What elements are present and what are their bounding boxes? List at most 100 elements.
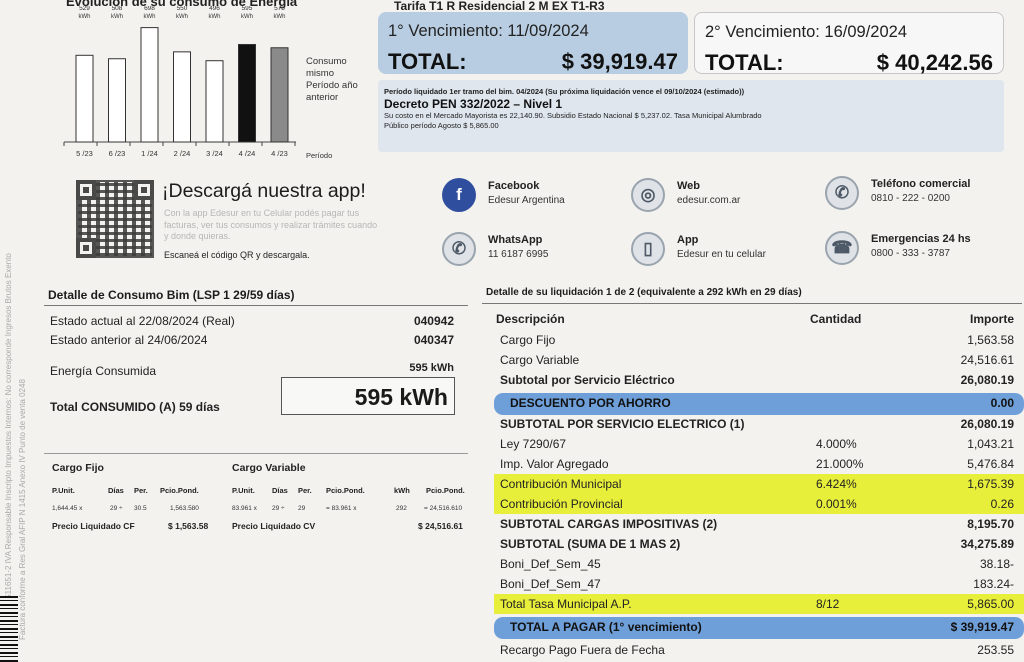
- chart-category-label: 6 /23: [109, 149, 126, 158]
- app-scan-instruction: Escaneá el código QR y descargala.: [164, 250, 310, 260]
- fixed-charge-heading: Cargo Fijo: [52, 462, 104, 474]
- chart-side-label: Consumo mismo Período año anterior: [306, 56, 358, 103]
- variable-col-header: P.Unit.: [232, 486, 255, 495]
- chart-unit-label: kWh: [111, 14, 123, 20]
- first-due-box: 1° Vencimiento: 11/09/2024 TOTAL: $ 39,9…: [378, 12, 688, 74]
- variable-col-value: 292: [396, 505, 407, 512]
- liquidation-heading: Detalle de su liquidación 1 de 2 (equiva…: [486, 287, 802, 298]
- contact-value: 0800 - 333 - 3787: [871, 248, 950, 259]
- variable-col-value: 29: [298, 505, 306, 512]
- contact-title: Teléfono comercial: [871, 178, 971, 190]
- chart-value-label: 698: [144, 6, 155, 12]
- liquidation-row: SUBTOTAL (SUMA DE 1 MAS 2) 34,275.89: [494, 534, 1024, 554]
- variable-col-header: Per.: [298, 486, 312, 495]
- divider: [482, 303, 1022, 304]
- row-description: Total Tasa Municipal A.P.: [500, 597, 632, 611]
- chart-category-label: 1 /24: [141, 149, 158, 158]
- contact-title: WhatsApp: [488, 234, 543, 246]
- facebook-icon: f: [442, 178, 476, 212]
- liquidation-row: Imp. Valor Agregado 21.000% 5,476.84: [494, 454, 1024, 474]
- liquidation-row: SUBTOTAL CARGAS IMPOSITIVAS (2) 8,195.70: [494, 514, 1024, 532]
- liquidation-row: Boni_Def_Sem_45 38.18-: [494, 554, 1024, 574]
- row-description: SUBTOTAL CARGAS IMPOSITIVAS (2): [500, 517, 718, 531]
- total-consumed-value: 595 kWh: [354, 384, 448, 410]
- row-amount: 1,563.58: [967, 333, 1014, 347]
- whatsapp-icon: ✆: [442, 232, 476, 266]
- liquidation-row: Subtotal por Servicio Eléctrico 26,080.19: [494, 370, 1024, 390]
- total-consumed-label: Total CONSUMIDO (A) 59 días: [50, 400, 220, 414]
- row-description: Contribución Provincial: [500, 497, 623, 511]
- fixed-col-value: 1,644.45 x: [52, 505, 83, 512]
- fixed-col-value: 30.5: [134, 505, 147, 512]
- fixed-col-value: 1,563.580: [170, 505, 199, 512]
- liquidation-row: Ley 7290/67 4.000% 1,043.21: [494, 434, 1024, 454]
- app-promo-description: Con la app Edesur en tu Celular podés pa…: [164, 208, 378, 241]
- chart-unit-label: kWh: [176, 14, 188, 20]
- row-amount: 0.00: [990, 396, 1014, 410]
- row-amount: 5,476.84: [967, 457, 1014, 471]
- chart-category-label: 2 /24: [174, 149, 191, 158]
- row-description: SUBTOTAL (SUMA DE 1 MAS 2): [500, 537, 681, 551]
- chart-unit-label: kWh: [274, 14, 286, 20]
- liquidation-row: Cargo Fijo 1,563.58: [494, 330, 1024, 350]
- chart-category-label: 4 /23: [271, 149, 288, 158]
- contact-title: Emergencias 24 hs: [871, 233, 971, 245]
- row-description: Subtotal por Servicio Eléctrico: [500, 373, 675, 387]
- row-description: DESCUENTO POR AHORRO: [510, 396, 671, 410]
- row-description: Imp. Valor Agregado: [500, 457, 609, 471]
- row-description: Contribución Municipal: [500, 477, 622, 491]
- chart-unit-label: kWh: [144, 14, 156, 20]
- liquidation-row: Recargo Pago Fuera de Fecha 253.55: [494, 640, 1024, 660]
- row-amount: 183.24-: [973, 577, 1014, 591]
- contact-title: App: [677, 234, 699, 246]
- row-description: Ley 7290/67: [500, 437, 567, 451]
- row-amount: 253.55: [977, 643, 1014, 657]
- row-amount: 1,675.39: [967, 477, 1014, 491]
- consumption-bar-chart: 529 kWh 5 /23 508 kWh 6 /23 698 kWh 1 /24 550 kWh 2…: [63, 6, 296, 158]
- row-quantity: 21.000%: [816, 457, 864, 471]
- divider: [44, 305, 468, 306]
- chart-bar: [140, 27, 159, 143]
- row-description: Cargo Variable: [500, 353, 580, 367]
- row-amount: 26,080.19: [960, 373, 1014, 387]
- energy-consumed-value: 595 kWh: [409, 362, 454, 374]
- second-total-label: TOTAL:: [705, 50, 784, 75]
- chart-value-label: 496: [209, 6, 220, 12]
- first-total-label: TOTAL:: [388, 49, 467, 74]
- consumption-detail-heading: Detalle de Consumo Bim (LSP 1 29/59 días…: [48, 288, 295, 302]
- row-quantity: 4.000%: [816, 437, 857, 451]
- cost-info-line-2: Público período Agosto $ 5,865.00: [384, 121, 499, 130]
- fixed-price-value: $ 1,563.58: [168, 521, 209, 531]
- total-consumed-box: 595 kWh: [281, 377, 455, 415]
- contact-title: Web: [677, 180, 701, 192]
- variable-col-header: Pcio.Pond.: [426, 486, 465, 495]
- row-amount: 1,043.21: [967, 437, 1014, 451]
- variable-col-header: kWh: [394, 486, 410, 495]
- row-amount: $ 39,919.47: [950, 620, 1014, 634]
- variable-price-value: $ 24,516.61: [418, 521, 463, 531]
- side-legal-text-1: CUIT 30-65511651-2 IVA Responsable Inscr…: [4, 253, 13, 640]
- contact-title: Facebook: [488, 180, 540, 192]
- cost-info-line: Su costo en el Mercado Mayorista es 22,1…: [384, 111, 762, 120]
- qr-code[interactable]: [76, 180, 154, 258]
- chart-bar: [238, 43, 256, 143]
- first-due-date: 1° Vencimiento: 11/09/2024: [388, 22, 589, 40]
- chart-bar: [205, 60, 224, 143]
- second-due-date: 2° Vencimiento: 16/09/2024: [705, 23, 907, 41]
- column-header-description: Descripción: [496, 312, 565, 326]
- emergency-phone-icon: ☎: [825, 231, 859, 265]
- variable-col-value: = 24,516.610: [424, 505, 463, 512]
- chart-value-label: 550: [177, 6, 188, 12]
- row-amount: 38.18-: [979, 557, 1014, 571]
- fixed-col-header: Pcio.Pond.: [160, 486, 199, 495]
- row-amount: 34,275.89: [960, 537, 1014, 551]
- liquidation-row: TOTAL A PAGAR (1° vencimiento) $ 39,919.4…: [494, 617, 1024, 639]
- variable-col-header: Días: [272, 486, 288, 495]
- row-quantity: 6.424%: [816, 477, 857, 491]
- period-info-line: Período liquidado 1er tramo del bim. 04/…: [384, 87, 745, 96]
- chart-category-label: 4 /24: [239, 149, 256, 158]
- chart-x-axis-label: Período: [306, 151, 333, 160]
- contact-value: 0810 - 222 - 0200: [871, 193, 950, 204]
- contact-value: edesur.com.ar: [677, 195, 741, 206]
- liquidation-row: Cargo Variable 24,516.61: [494, 350, 1024, 370]
